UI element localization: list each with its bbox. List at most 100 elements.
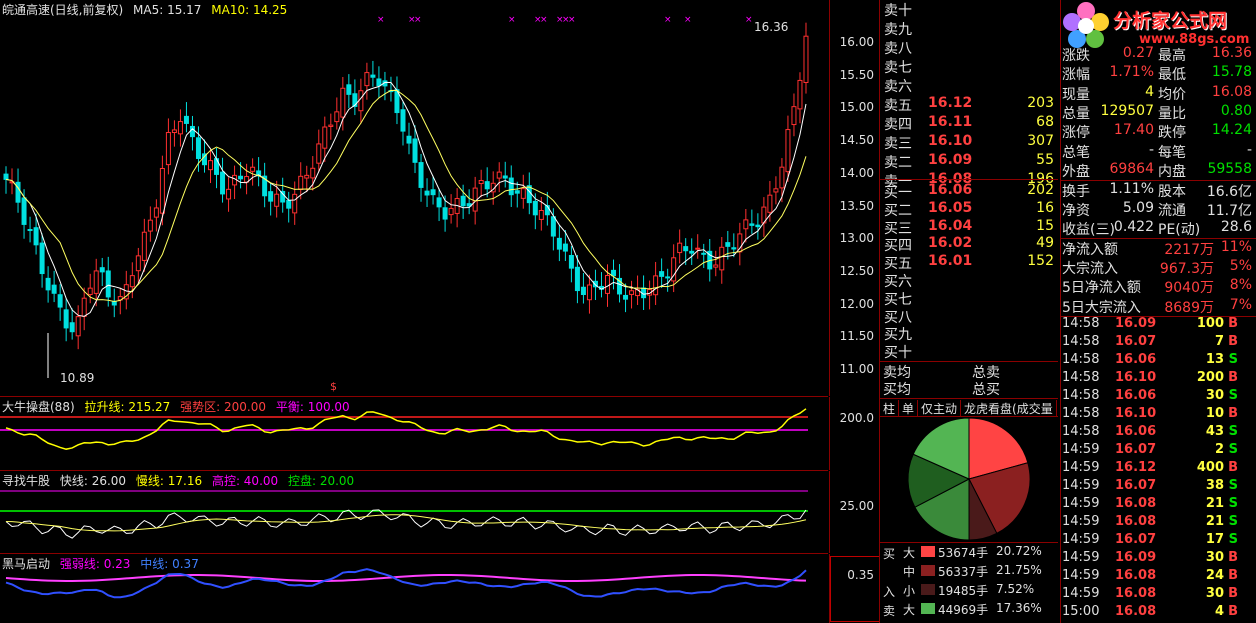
sell-order-row[interactable]: 卖四 16.11 68 [882, 114, 1058, 133]
tick-side: B [1228, 604, 1238, 619]
sell-order-row[interactable]: 卖六 [882, 76, 1058, 95]
capital-value: 9040万 [1164, 280, 1214, 297]
tick-time: 14:59 [1062, 532, 1100, 547]
flow-size: 小 [903, 584, 916, 598]
tick-time: 14:59 [1062, 568, 1100, 583]
indicator-pane-2[interactable]: 寻找牛股 快线: 26.00 慢线: 17.16 高控: 40.00 控盘: 2… [0, 471, 828, 554]
quote-key: 涨停 [1062, 125, 1090, 142]
tick-row: 14:59 16.08 24 B [1060, 568, 1256, 586]
candle-body [532, 200, 538, 216]
tick-side: S [1228, 442, 1238, 457]
candle-body [364, 72, 370, 87]
ind2-tick: 25.00 [839, 499, 874, 513]
fast-line [5, 509, 807, 539]
buy-order-row[interactable]: 买七 [882, 289, 1058, 308]
candle-body [749, 223, 755, 226]
tick-time: 14:59 [1062, 460, 1100, 475]
candle-body [292, 193, 298, 214]
buy-order-row[interactable]: 买四 16.02 49 [882, 235, 1058, 254]
quote-value: 129507 [1100, 102, 1154, 119]
candle-body [304, 174, 310, 179]
kline-chart[interactable]: × ×× × ×× ××× × × × [0, 0, 828, 396]
sell-order-row[interactable]: 卖二 16.09 55 [882, 152, 1058, 171]
fund-key: 股本 [1158, 184, 1186, 200]
sell-order-row[interactable]: 卖九 [882, 19, 1058, 38]
order-price: 16.01 [928, 253, 973, 270]
candle-body [677, 242, 683, 254]
order-volume: 16 [1036, 199, 1054, 216]
quote-key: 外盘 [1062, 163, 1090, 180]
sell-order-row[interactable]: 卖五 16.12 203 [882, 95, 1058, 114]
quote-value: 16.36 [1211, 45, 1252, 61]
flow-qty: 44969手 [938, 603, 989, 617]
order-price: 16.02 [928, 235, 973, 252]
candle-body [27, 229, 33, 232]
ind3-y-axis: 0.35 [829, 554, 880, 623]
order-level-name: 卖十 [884, 3, 912, 19]
capital-value: 967.3万 [1159, 261, 1214, 278]
buy-order-row[interactable]: 买三 16.04 15 [882, 218, 1058, 237]
quote-value: 15.78 [1211, 64, 1252, 81]
sell-order-row[interactable]: 卖七 [882, 57, 1058, 76]
quote-key: 总量 [1062, 105, 1090, 122]
tab-item[interactable]: 龙虎看盘(成交量 [961, 400, 1057, 417]
sell-order-row[interactable]: 卖八 [882, 38, 1058, 57]
candle-body [412, 138, 418, 163]
candle-body [430, 189, 436, 196]
flow-divider [880, 542, 1058, 543]
candle-body [39, 242, 45, 275]
quote-key: 量比 [1158, 105, 1186, 122]
tick-volume: 21 [1205, 496, 1224, 511]
total-buy-label: 总买 [972, 382, 1000, 398]
candle-body [340, 87, 346, 118]
order-price: 16.11 [928, 114, 973, 130]
candle-body [629, 290, 635, 295]
tab-item[interactable]: 柱 [880, 400, 900, 417]
tick-side: B [1228, 334, 1238, 349]
order-level-name: 买十 [884, 345, 912, 362]
tick-time: 14:58 [1062, 424, 1100, 439]
kline-pane[interactable]: 皖通高速(日线,前复权) MA5: 15.17 MA10: 14.25 × × × ×… [0, 0, 828, 397]
indicator-pane-1[interactable]: 大牛操盘(88) 拉升线: 215.27 强势区: 200.00 平衡: 100… [0, 397, 828, 471]
tick-side: S [1228, 514, 1238, 529]
flow-pct: 21.75% [996, 563, 1042, 577]
buy-order-row[interactable]: 买二 16.05 16 [882, 199, 1058, 219]
candle-body [358, 90, 364, 112]
tick-time: 14:59 [1062, 550, 1100, 565]
buy-order-row[interactable]: 买九 [882, 324, 1058, 343]
tick-price: 16.10 [1115, 406, 1157, 421]
candle-body [33, 227, 39, 246]
buy-order-row[interactable]: 买六 [882, 271, 1058, 290]
flow-swatch [921, 565, 935, 576]
tick-price: 16.08 [1115, 496, 1157, 511]
tab-item[interactable]: 仅主动 [918, 400, 962, 417]
tick-row: 15:00 16.08 4 B [1060, 604, 1256, 622]
tick-time: 14:59 [1062, 478, 1100, 493]
tab-item[interactable]: 单 [899, 400, 919, 417]
candle-body [743, 219, 749, 230]
tick-volume: 21 [1205, 514, 1224, 529]
buy-order-row[interactable]: 买八 [882, 307, 1058, 326]
candle-body [442, 207, 448, 220]
buy-order-row[interactable]: 买一 16.06 202 [882, 182, 1058, 201]
candle-body [141, 231, 147, 261]
candle-body [406, 135, 412, 144]
indicator-pane-3[interactable]: 黑马启动 强弱线: 0.23 中线: 0.37 [0, 554, 828, 623]
quote-value: 69864 [1109, 160, 1154, 177]
quote-row: 总笔 - 每笔 - [1060, 142, 1256, 161]
sell-order-row[interactable]: 卖三 16.10 307 [882, 133, 1058, 152]
tick-side: B [1228, 460, 1238, 475]
buy-order-row[interactable]: 买五 16.01 152 [882, 253, 1058, 272]
indicator-3-chart [5, 568, 807, 599]
sell-order-row[interactable]: 卖十 [882, 0, 1058, 19]
quote-key: 现量 [1062, 86, 1090, 103]
candle-body [701, 252, 707, 255]
signal-marker: × [745, 15, 753, 25]
capital-key: 5日大宗流入 [1062, 299, 1141, 316]
candle-body [165, 132, 171, 166]
kline-y-axis: 16.00 15.50 15.00 14.50 14.00 13.50 13.00 12.50… [829, 0, 880, 396]
quote-row: 涨停 17.40 跌停 14.24 [1060, 122, 1256, 141]
candle-body [586, 284, 592, 301]
tick-volume: 2 [1214, 442, 1224, 457]
buy-order-row[interactable]: 买十 [882, 342, 1058, 362]
